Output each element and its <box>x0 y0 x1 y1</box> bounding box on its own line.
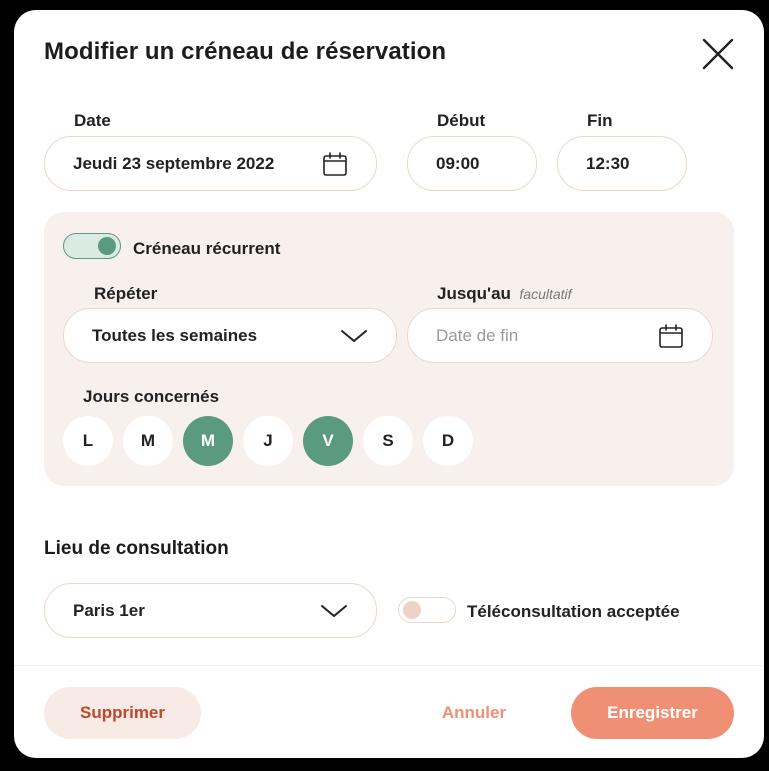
day-tuesday[interactable]: M <box>123 416 173 466</box>
until-optional-hint: facultatif <box>519 286 572 302</box>
close-icon <box>702 38 734 70</box>
day-saturday[interactable]: S <box>363 416 413 466</box>
start-time-value: 09:00 <box>436 153 480 173</box>
modal-title: Modifier un créneau de réservation <box>44 38 447 65</box>
repeat-select[interactable]: Toutes les semaines <box>63 308 397 363</box>
recurrence-toggle[interactable] <box>63 233 121 259</box>
end-time-field[interactable]: 12:30 <box>557 136 687 191</box>
delete-button[interactable]: Supprimer <box>44 687 201 739</box>
toggle-knob <box>403 601 421 619</box>
save-button[interactable]: Enregistrer <box>571 687 734 739</box>
day-wednesday[interactable]: M <box>183 416 233 466</box>
location-section-title: Lieu de consultation <box>44 538 229 559</box>
until-label-group: Jusqu'au facultatif <box>437 284 572 304</box>
end-label: Fin <box>587 111 613 130</box>
cancel-button[interactable]: Annuler <box>414 687 534 739</box>
until-label: Jusqu'au <box>437 284 511 303</box>
day-friday[interactable]: V <box>303 416 353 466</box>
until-date-field[interactable]: Date de fin <box>407 308 713 363</box>
calendar-icon <box>323 151 347 176</box>
location-select[interactable]: Paris 1er <box>44 583 377 638</box>
day-monday[interactable]: L <box>63 416 113 466</box>
teleconsult-label: Téléconsultation acceptée <box>467 602 680 621</box>
toggle-knob <box>98 237 116 255</box>
date-value: Jeudi 23 septembre 2022 <box>73 153 275 173</box>
repeat-label: Répéter <box>94 284 158 303</box>
date-field[interactable]: Jeudi 23 septembre 2022 <box>44 136 377 191</box>
end-time-value: 12:30 <box>586 153 630 173</box>
teleconsult-toggle[interactable] <box>398 597 456 623</box>
chevron-down-icon <box>341 329 367 342</box>
close-button[interactable] <box>700 36 736 72</box>
date-label: Date <box>74 111 111 130</box>
until-date-placeholder: Date de fin <box>436 325 519 345</box>
recurrence-panel: Créneau récurrent Répéter Toutes les sem… <box>44 212 734 486</box>
repeat-value: Toutes les semaines <box>92 325 258 345</box>
start-time-field[interactable]: 09:00 <box>407 136 537 191</box>
day-sunday[interactable]: D <box>423 416 473 466</box>
day-thursday[interactable]: J <box>243 416 293 466</box>
calendar-icon <box>659 323 683 348</box>
days-label: Jours concernés <box>83 387 220 406</box>
recurrence-toggle-label: Créneau récurrent <box>133 239 281 258</box>
start-label: Début <box>437 111 486 130</box>
footer-divider <box>14 665 764 666</box>
chevron-down-icon <box>321 604 347 617</box>
edit-slot-modal: Modifier un créneau de réservation Date … <box>14 10 764 758</box>
location-value: Paris 1er <box>73 600 145 620</box>
